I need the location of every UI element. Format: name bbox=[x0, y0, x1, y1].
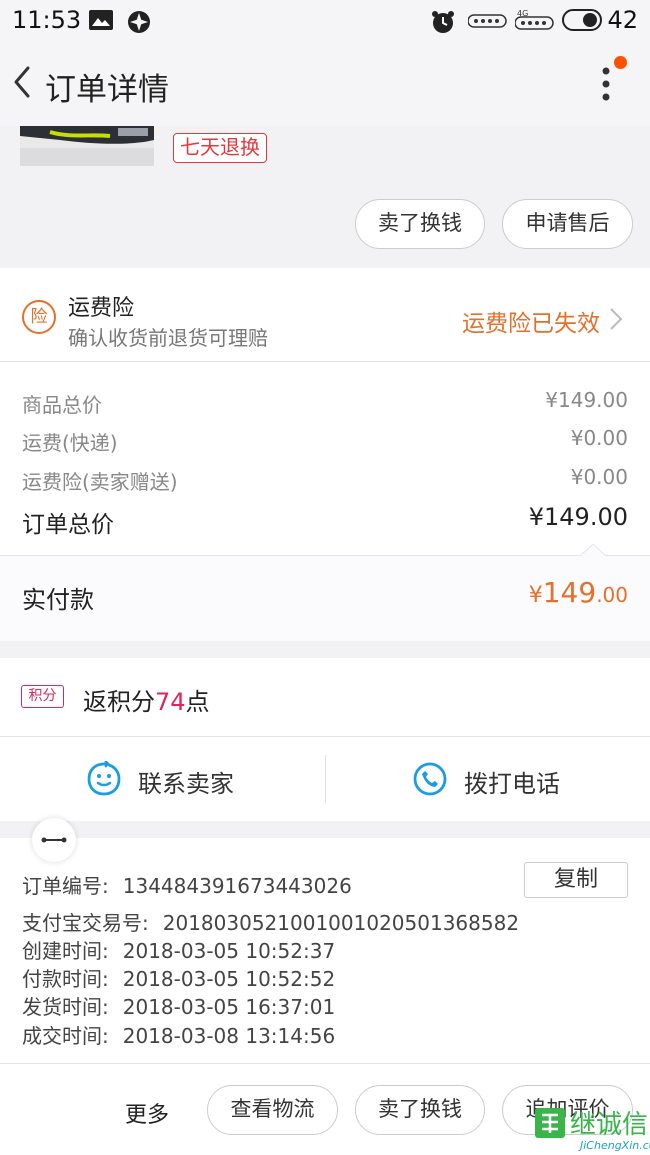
order-number-label: 订单编号: bbox=[22, 874, 109, 898]
notification-dot bbox=[614, 56, 627, 69]
product-thumbnail[interactable] bbox=[20, 126, 154, 166]
completed-time: 成交时间: 2018-03-08 13:14:56 bbox=[22, 1020, 335, 1049]
view-logistics-button[interactable]: 查看物流 bbox=[207, 1085, 338, 1135]
contact-separator bbox=[325, 755, 326, 803]
shipping-time-label: 发货时间: bbox=[22, 995, 109, 1019]
battery-level: 42 bbox=[607, 6, 638, 34]
payment-time-label: 付款时间: bbox=[22, 967, 109, 991]
order-total-value: ¥149.00 bbox=[528, 503, 628, 531]
pointer-caret bbox=[580, 543, 606, 557]
signal-4g-icon: 4G bbox=[515, 9, 554, 30]
order-number: 订单编号: 134484391673443026 bbox=[22, 870, 352, 899]
status-time: 11:53 bbox=[12, 6, 82, 34]
signal-icon bbox=[468, 14, 507, 28]
shipping-time: 发货时间: 2018-03-05 16:37:01 bbox=[22, 991, 335, 1020]
points-prefix: 返积分 bbox=[83, 688, 155, 716]
chat-seller-icon[interactable] bbox=[86, 761, 122, 797]
call-phone-button[interactable]: 拨打电话 bbox=[464, 764, 560, 799]
shipping-label: 运费(快递) bbox=[22, 431, 118, 455]
order-total-label: 订单总价 bbox=[22, 512, 114, 538]
chevron-right-icon bbox=[610, 308, 623, 330]
floating-assist-button[interactable] bbox=[32, 818, 76, 862]
shipping-insurance-label: 运费险(卖家赠送) bbox=[22, 470, 178, 494]
sell-for-cash-bottom-button[interactable]: 卖了换钱 bbox=[355, 1085, 485, 1135]
paid-decimal: .00 bbox=[596, 583, 628, 607]
app-notification-icon bbox=[128, 11, 150, 33]
seven-day-return-tag: 七天退换 bbox=[173, 133, 267, 163]
created-time-value: 2018-03-05 10:52:37 bbox=[122, 939, 336, 963]
watermark-logo-icon bbox=[535, 1108, 565, 1138]
copy-order-number-button[interactable]: 复制 bbox=[524, 862, 628, 898]
shipping-value: ¥0.00 bbox=[570, 426, 628, 450]
more-button[interactable]: 更多 bbox=[125, 1097, 169, 1129]
points-text: 返积分74点 bbox=[83, 682, 210, 717]
watermark-text: 继诚信 bbox=[570, 1110, 649, 1140]
goods-total-label: 商品总价 bbox=[22, 393, 102, 417]
paid-currency: ¥ bbox=[528, 583, 543, 608]
battery-icon bbox=[562, 9, 602, 31]
amount-paid-value: ¥149.00 bbox=[529, 576, 628, 609]
freight-insurance-title: 运费险 bbox=[68, 296, 135, 321]
shipping-time-value: 2018-03-05 16:37:01 bbox=[122, 995, 336, 1019]
drag-handle-icon bbox=[41, 837, 67, 843]
shipping-insurance-value: ¥0.00 bbox=[570, 465, 628, 489]
alarm-icon bbox=[432, 11, 454, 33]
goods-total-value: ¥149.00 bbox=[545, 388, 628, 412]
payment-time-value: 2018-03-05 10:52:52 bbox=[122, 967, 336, 991]
sell-for-cash-button[interactable]: 卖了换钱 bbox=[355, 199, 485, 249]
page-title: 订单详情 bbox=[45, 72, 169, 108]
alipay-trade-value: 2018030521001001020501368582 bbox=[162, 911, 520, 935]
order-number-value: 134484391673443026 bbox=[122, 874, 352, 898]
phone-icon[interactable] bbox=[412, 761, 448, 797]
back-arrow-icon[interactable] bbox=[8, 62, 38, 102]
more-options-icon[interactable] bbox=[595, 66, 617, 104]
created-time-label: 创建时间: bbox=[22, 939, 109, 963]
points-suffix: 点 bbox=[185, 688, 210, 716]
amount-paid-label: 实付款 bbox=[22, 586, 94, 614]
insurance-icon: 险 bbox=[22, 300, 56, 334]
points-amount: 74 bbox=[155, 688, 186, 716]
freight-insurance-subtitle: 确认收货前退货可理赔 bbox=[68, 326, 268, 350]
contact-seller-button[interactable]: 联系卖家 bbox=[138, 764, 234, 799]
image-notification-icon bbox=[89, 10, 113, 30]
apply-after-sale-button[interactable]: 申请售后 bbox=[502, 199, 633, 249]
created-time: 创建时间: 2018-03-05 10:52:37 bbox=[22, 935, 335, 964]
alipay-trade-number: 支付宝交易号: 2018030521001001020501368582 bbox=[22, 907, 519, 936]
paid-integer: 149 bbox=[542, 576, 597, 609]
freight-insurance-status[interactable]: 运费险已失效 bbox=[462, 304, 600, 338]
watermark-url: JiChengXin.com bbox=[580, 1139, 650, 1152]
completed-time-label: 成交时间: bbox=[22, 1024, 109, 1048]
completed-time-value: 2018-03-08 13:14:56 bbox=[122, 1024, 336, 1048]
points-badge: 积分 bbox=[21, 685, 64, 708]
payment-time: 付款时间: 2018-03-05 10:52:52 bbox=[22, 963, 335, 992]
alipay-trade-label: 支付宝交易号: bbox=[22, 911, 149, 935]
